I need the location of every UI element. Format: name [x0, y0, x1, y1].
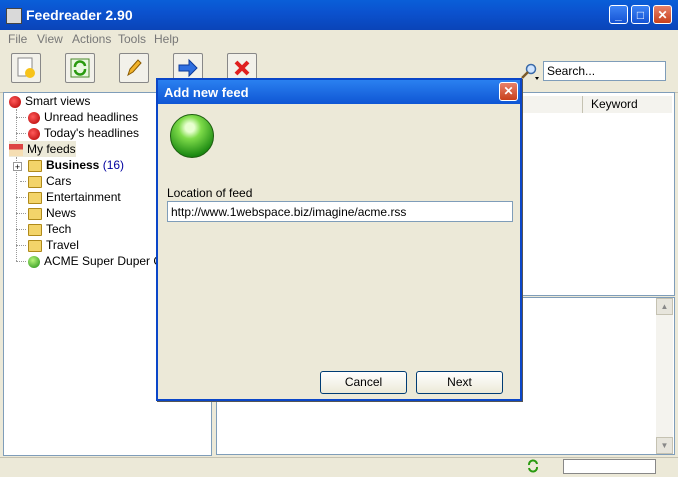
tree-item-my-feeds[interactable]: My feeds: [9, 141, 76, 157]
delete-icon: [234, 60, 250, 76]
column-header-keyword[interactable]: Keyword: [582, 96, 672, 113]
menu-tools[interactable]: Tools: [118, 32, 146, 46]
feed-location-input[interactable]: [167, 201, 513, 222]
edit-button[interactable]: [119, 53, 149, 83]
tree-item-today[interactable]: Today's headlines: [28, 125, 139, 141]
tree-item-business[interactable]: Business (16): [28, 157, 124, 173]
smart-views-icon: [9, 95, 21, 108]
location-label: Location of feed: [167, 186, 253, 200]
cancel-button[interactable]: Cancel: [320, 371, 407, 394]
add-feed-dialog: Add new feed ✕ Location of feed Cancel N…: [156, 78, 522, 401]
tree-item-travel[interactable]: Travel: [28, 237, 79, 253]
refresh-button[interactable]: [65, 53, 95, 83]
menu-actions[interactable]: Actions: [72, 32, 111, 46]
sync-icon: [528, 459, 538, 473]
menu-bar: File View Actions Tools Help: [0, 30, 678, 48]
folder-icon: [28, 239, 42, 252]
forward-icon: [178, 58, 198, 78]
minimize-button[interactable]: _: [609, 5, 628, 24]
folder-icon: [28, 223, 42, 236]
title-bar[interactable]: Feedreader 2.90 _ □ ✕: [0, 0, 678, 30]
refresh-icon: [70, 58, 90, 78]
scroll-up-arrow[interactable]: ▲: [656, 298, 673, 315]
menu-file[interactable]: File: [8, 32, 27, 46]
tree-item-news[interactable]: News: [28, 205, 76, 221]
next-button[interactable]: Next: [416, 371, 503, 394]
app-icon: [6, 8, 22, 24]
folder-icon: [28, 207, 42, 220]
close-button[interactable]: ✕: [653, 5, 672, 24]
new-feed-button[interactable]: [11, 53, 41, 83]
feed-globe-icon: [170, 114, 214, 158]
folder-icon: [28, 175, 42, 188]
dialog-title: Add new feed: [164, 85, 249, 100]
folder-icon: [28, 191, 42, 204]
menu-view[interactable]: View: [37, 32, 63, 46]
maximize-button[interactable]: □: [631, 5, 650, 24]
column-header[interactable]: [520, 96, 582, 113]
dialog-close-button[interactable]: ✕: [499, 82, 518, 101]
scroll-down-arrow[interactable]: ▼: [656, 437, 673, 454]
search-input[interactable]: Search...: [543, 61, 666, 81]
tree-item-entertainment[interactable]: Entertainment: [28, 189, 121, 205]
feed-globe-icon: [28, 255, 40, 268]
home-icon: [9, 143, 23, 156]
tree-item-acme[interactable]: ACME Super Duper Glu: [28, 253, 172, 269]
window-title: Feedreader 2.90: [26, 7, 133, 23]
status-field: [563, 459, 656, 474]
dialog-title-bar[interactable]: Add new feed ✕: [158, 80, 520, 104]
tree-item-cars[interactable]: Cars: [28, 173, 71, 189]
business-expander[interactable]: +: [13, 162, 22, 172]
tree-item-tech[interactable]: Tech: [28, 221, 71, 237]
unread-icon: [28, 111, 40, 124]
search-icon[interactable]: [520, 63, 540, 81]
new-feed-icon: [17, 57, 35, 78]
tree-item-unread[interactable]: Unread headlines: [28, 109, 138, 125]
preview-scrollbar[interactable]: ▲ ▼: [656, 298, 673, 454]
folder-icon: [28, 159, 42, 172]
menu-help[interactable]: Help: [154, 32, 179, 46]
edit-icon: [127, 59, 142, 77]
tree-item-smart-views[interactable]: Smart views: [9, 93, 90, 109]
today-icon: [28, 127, 40, 140]
